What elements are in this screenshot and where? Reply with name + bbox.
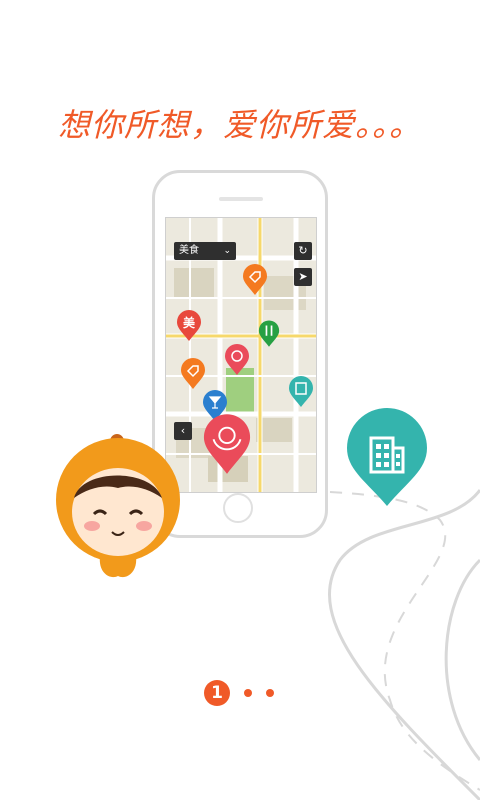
- hotel-pin[interactable]: [288, 376, 314, 408]
- tag-pin[interactable]: [242, 264, 268, 296]
- orange-mascot: [56, 434, 180, 578]
- navigation-arrow-icon: ➤: [298, 270, 308, 283]
- category-select-value: 美食: [179, 245, 199, 256]
- featured-hotel-pin: [347, 408, 427, 506]
- chevron-down-icon: ⌄: [223, 246, 231, 256]
- food-pin[interactable]: 美: [176, 310, 202, 342]
- page-indicator-dot: [244, 689, 252, 697]
- selected-flower-pin[interactable]: [202, 412, 252, 478]
- page-indicator-current: 1: [204, 680, 230, 706]
- map-screen: 美食 ⌄ ↻ ➤ ‹ 美: [165, 217, 317, 493]
- page-headline: 想你所想，爱你所爱。。。: [57, 106, 422, 144]
- refresh-button[interactable]: ↻: [294, 242, 312, 260]
- home-button: [223, 493, 253, 523]
- flower-pin[interactable]: [224, 344, 250, 376]
- coupon-pin[interactable]: [180, 358, 206, 390]
- locate-button[interactable]: ➤: [294, 268, 312, 286]
- category-select[interactable]: 美食 ⌄: [174, 242, 236, 260]
- refresh-icon: ↻: [298, 244, 308, 257]
- food-pin-label: 美: [183, 315, 196, 330]
- restaurant-pin[interactable]: [258, 320, 280, 348]
- page-indicator-dot: [266, 689, 274, 697]
- phone-speaker: [219, 197, 263, 201]
- page-indicator: 1: [204, 680, 284, 706]
